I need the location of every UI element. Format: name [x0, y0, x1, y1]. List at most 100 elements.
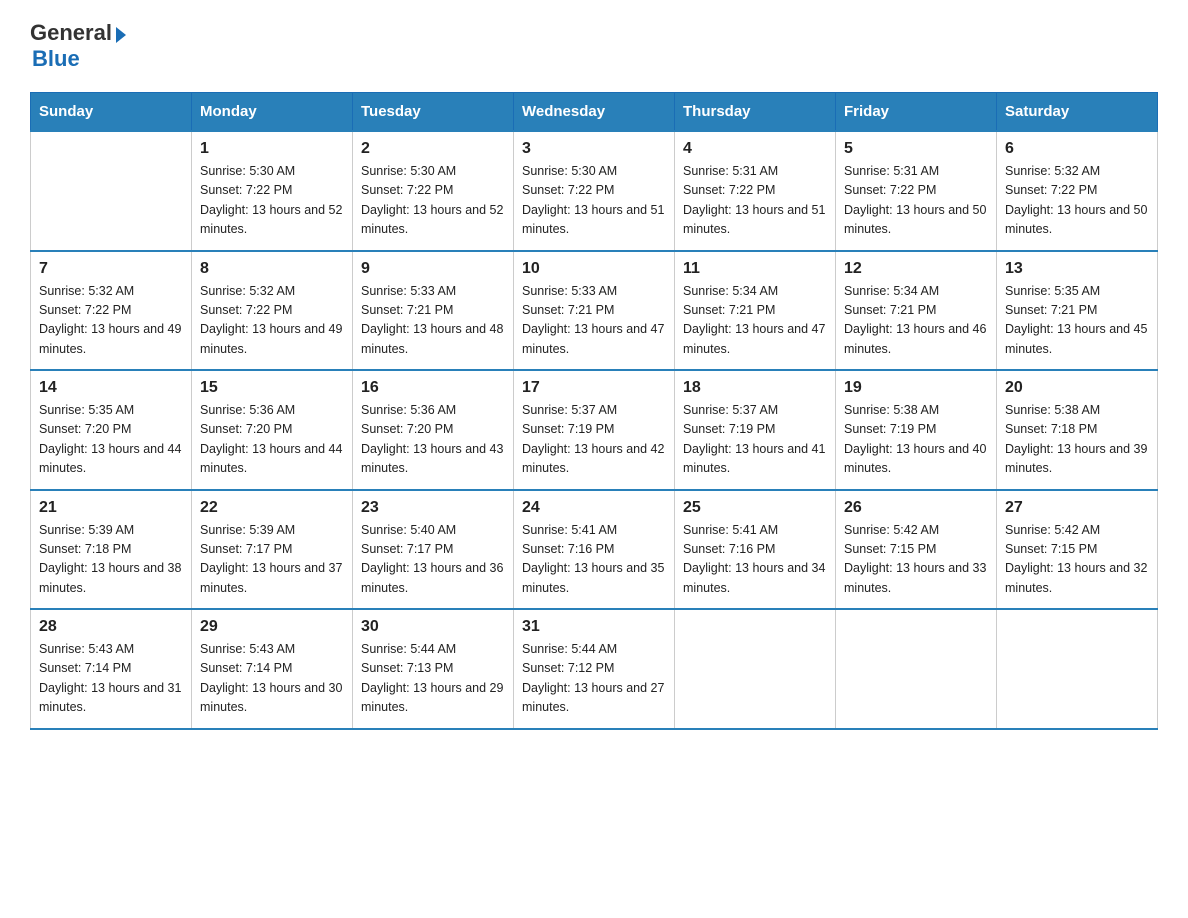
header-wednesday: Wednesday	[514, 93, 675, 132]
calendar-table: SundayMondayTuesdayWednesdayThursdayFrid…	[30, 92, 1158, 730]
week-row-4: 21 Sunrise: 5:39 AMSunset: 7:18 PMDayligh…	[31, 490, 1158, 610]
day-number-30: 30	[361, 618, 505, 636]
calendar-cell-w1-d4: 4Sunrise: 5:31 AMSunset: 7:22 PMDaylight…	[675, 131, 836, 251]
header-monday: Monday	[192, 93, 353, 132]
day-info-25: Sunrise: 5:41 AMSunset: 7:16 PMDaylight:…	[683, 521, 827, 599]
day-number-11: 11	[683, 260, 827, 278]
day-info-13: Sunrise: 5:35 AMSunset: 7:21 PMDaylight:…	[1005, 282, 1149, 360]
day-info-23: Sunrise: 5:40 AMSunset: 7:17 PMDaylight:…	[361, 521, 505, 599]
page-header: General Blue	[30, 20, 1158, 72]
day-info-12: Sunrise: 5:34 AMSunset: 7:21 PMDaylight:…	[844, 282, 988, 360]
day-number-23: 23	[361, 499, 505, 517]
day-info-31: Sunrise: 5:44 AMSunset: 7:12 PMDaylight:…	[522, 640, 666, 718]
day-info-10: Sunrise: 5:33 AMSunset: 7:21 PMDaylight:…	[522, 282, 666, 360]
day-info-4: Sunrise: 5:31 AMSunset: 7:22 PMDaylight:…	[683, 162, 827, 240]
day-number-1: 1	[200, 140, 344, 158]
day-info-11: Sunrise: 5:34 AMSunset: 7:21 PMDaylight:…	[683, 282, 827, 360]
day-number-13: 13	[1005, 260, 1149, 278]
calendar-header-row: SundayMondayTuesdayWednesdayThursdayFrid…	[31, 93, 1158, 132]
day-number-21: 21	[39, 499, 183, 517]
day-number-22: 22	[200, 499, 344, 517]
day-info-26: Sunrise: 5:42 AMSunset: 7:15 PMDaylight:…	[844, 521, 988, 599]
day-info-18: Sunrise: 5:37 AMSunset: 7:19 PMDaylight:…	[683, 401, 827, 479]
calendar-cell-w1-d3: 3Sunrise: 5:30 AMSunset: 7:22 PMDaylight…	[514, 131, 675, 251]
calendar-cell-w5-d4	[675, 609, 836, 729]
day-number-18: 18	[683, 379, 827, 397]
calendar-cell-w3-d4: 18 Sunrise: 5:37 AMSunset: 7:19 PMDayligh…	[675, 370, 836, 490]
header-thursday: Thursday	[675, 93, 836, 132]
calendar-cell-w5-d2: 30Sunrise: 5:44 AMSunset: 7:13 PMDayligh…	[353, 609, 514, 729]
week-row-1: 1 Sunrise: 5:30 AMSunset: 7:22 PMDaylight…	[31, 131, 1158, 251]
day-info-21: Sunrise: 5:39 AMSunset: 7:18 PMDaylight:…	[39, 521, 183, 599]
logo-arrow-icon	[116, 27, 126, 43]
day-number-8: 8	[200, 260, 344, 278]
day-info-5: Sunrise: 5:31 AMSunset: 7:22 PMDaylight:…	[844, 162, 988, 240]
day-number-27: 27	[1005, 499, 1149, 517]
calendar-cell-w2-d4: 11 Sunrise: 5:34 AMSunset: 7:21 PMDayligh…	[675, 251, 836, 371]
calendar-cell-w5-d3: 31Sunrise: 5:44 AMSunset: 7:12 PMDayligh…	[514, 609, 675, 729]
day-info-14: Sunrise: 5:35 AMSunset: 7:20 PMDaylight:…	[39, 401, 183, 479]
day-number-19: 19	[844, 379, 988, 397]
logo-blue-text: Blue	[32, 46, 126, 72]
day-info-16: Sunrise: 5:36 AMSunset: 7:20 PMDaylight:…	[361, 401, 505, 479]
logo: General Blue	[30, 20, 126, 72]
calendar-cell-w2-d3: 10 Sunrise: 5:33 AMSunset: 7:21 PMDayligh…	[514, 251, 675, 371]
calendar-cell-w4-d0: 21 Sunrise: 5:39 AMSunset: 7:18 PMDayligh…	[31, 490, 192, 610]
calendar-cell-w3-d2: 16 Sunrise: 5:36 AMSunset: 7:20 PMDayligh…	[353, 370, 514, 490]
calendar-cell-w5-d0: 28 Sunrise: 5:43 AMSunset: 7:14 PMDayligh…	[31, 609, 192, 729]
calendar-cell-w4-d3: 24Sunrise: 5:41 AMSunset: 7:16 PMDayligh…	[514, 490, 675, 610]
day-info-27: Sunrise: 5:42 AMSunset: 7:15 PMDaylight:…	[1005, 521, 1149, 599]
day-number-9: 9	[361, 260, 505, 278]
day-info-7: Sunrise: 5:32 AMSunset: 7:22 PMDaylight:…	[39, 282, 183, 360]
week-row-2: 7 Sunrise: 5:32 AMSunset: 7:22 PMDaylight…	[31, 251, 1158, 371]
day-number-20: 20	[1005, 379, 1149, 397]
calendar-cell-w3-d3: 17Sunrise: 5:37 AMSunset: 7:19 PMDayligh…	[514, 370, 675, 490]
day-info-24: Sunrise: 5:41 AMSunset: 7:16 PMDaylight:…	[522, 521, 666, 599]
day-info-19: Sunrise: 5:38 AMSunset: 7:19 PMDaylight:…	[844, 401, 988, 479]
calendar-cell-w2-d5: 12 Sunrise: 5:34 AMSunset: 7:21 PMDayligh…	[836, 251, 997, 371]
day-info-20: Sunrise: 5:38 AMSunset: 7:18 PMDaylight:…	[1005, 401, 1149, 479]
day-info-17: Sunrise: 5:37 AMSunset: 7:19 PMDaylight:…	[522, 401, 666, 479]
calendar-cell-w5-d5	[836, 609, 997, 729]
calendar-cell-w4-d4: 25 Sunrise: 5:41 AMSunset: 7:16 PMDayligh…	[675, 490, 836, 610]
calendar-cell-w1-d0	[31, 131, 192, 251]
logo-general-text: General	[30, 20, 112, 46]
day-number-25: 25	[683, 499, 827, 517]
day-info-15: Sunrise: 5:36 AMSunset: 7:20 PMDaylight:…	[200, 401, 344, 479]
day-number-14: 14	[39, 379, 183, 397]
header-friday: Friday	[836, 93, 997, 132]
calendar-cell-w4-d2: 23 Sunrise: 5:40 AMSunset: 7:17 PMDayligh…	[353, 490, 514, 610]
calendar-cell-w1-d2: 2 Sunrise: 5:30 AMSunset: 7:22 PMDaylight…	[353, 131, 514, 251]
day-info-2: Sunrise: 5:30 AMSunset: 7:22 PMDaylight:…	[361, 162, 505, 240]
calendar-cell-w1-d6: 6Sunrise: 5:32 AMSunset: 7:22 PMDaylight…	[997, 131, 1158, 251]
calendar-cell-w3-d6: 20 Sunrise: 5:38 AMSunset: 7:18 PMDayligh…	[997, 370, 1158, 490]
calendar-cell-w1-d5: 5Sunrise: 5:31 AMSunset: 7:22 PMDaylight…	[836, 131, 997, 251]
day-info-22: Sunrise: 5:39 AMSunset: 7:17 PMDaylight:…	[200, 521, 344, 599]
week-row-5: 28 Sunrise: 5:43 AMSunset: 7:14 PMDayligh…	[31, 609, 1158, 729]
day-number-3: 3	[522, 140, 666, 158]
day-number-7: 7	[39, 260, 183, 278]
day-number-15: 15	[200, 379, 344, 397]
day-info-28: Sunrise: 5:43 AMSunset: 7:14 PMDaylight:…	[39, 640, 183, 718]
calendar-cell-w2-d6: 13 Sunrise: 5:35 AMSunset: 7:21 PMDayligh…	[997, 251, 1158, 371]
calendar-cell-w2-d0: 7 Sunrise: 5:32 AMSunset: 7:22 PMDaylight…	[31, 251, 192, 371]
day-info-9: Sunrise: 5:33 AMSunset: 7:21 PMDaylight:…	[361, 282, 505, 360]
header-saturday: Saturday	[997, 93, 1158, 132]
header-tuesday: Tuesday	[353, 93, 514, 132]
calendar-cell-w3-d0: 14 Sunrise: 5:35 AMSunset: 7:20 PMDayligh…	[31, 370, 192, 490]
day-number-6: 6	[1005, 140, 1149, 158]
day-number-2: 2	[361, 140, 505, 158]
calendar-cell-w4-d1: 22 Sunrise: 5:39 AMSunset: 7:17 PMDayligh…	[192, 490, 353, 610]
day-number-26: 26	[844, 499, 988, 517]
calendar-cell-w2-d2: 9 Sunrise: 5:33 AMSunset: 7:21 PMDaylight…	[353, 251, 514, 371]
day-number-12: 12	[844, 260, 988, 278]
day-number-10: 10	[522, 260, 666, 278]
calendar-cell-w1-d1: 1Sunrise: 5:30 AMSunset: 7:22 PMDaylight…	[192, 131, 353, 251]
day-info-29: Sunrise: 5:43 AMSunset: 7:14 PMDaylight:…	[200, 640, 344, 718]
calendar-cell-w2-d1: 8Sunrise: 5:32 AMSunset: 7:22 PMDaylight…	[192, 251, 353, 371]
day-number-28: 28	[39, 618, 183, 636]
week-row-3: 14 Sunrise: 5:35 AMSunset: 7:20 PMDayligh…	[31, 370, 1158, 490]
day-number-16: 16	[361, 379, 505, 397]
calendar-cell-w5-d6	[997, 609, 1158, 729]
day-number-29: 29	[200, 618, 344, 636]
